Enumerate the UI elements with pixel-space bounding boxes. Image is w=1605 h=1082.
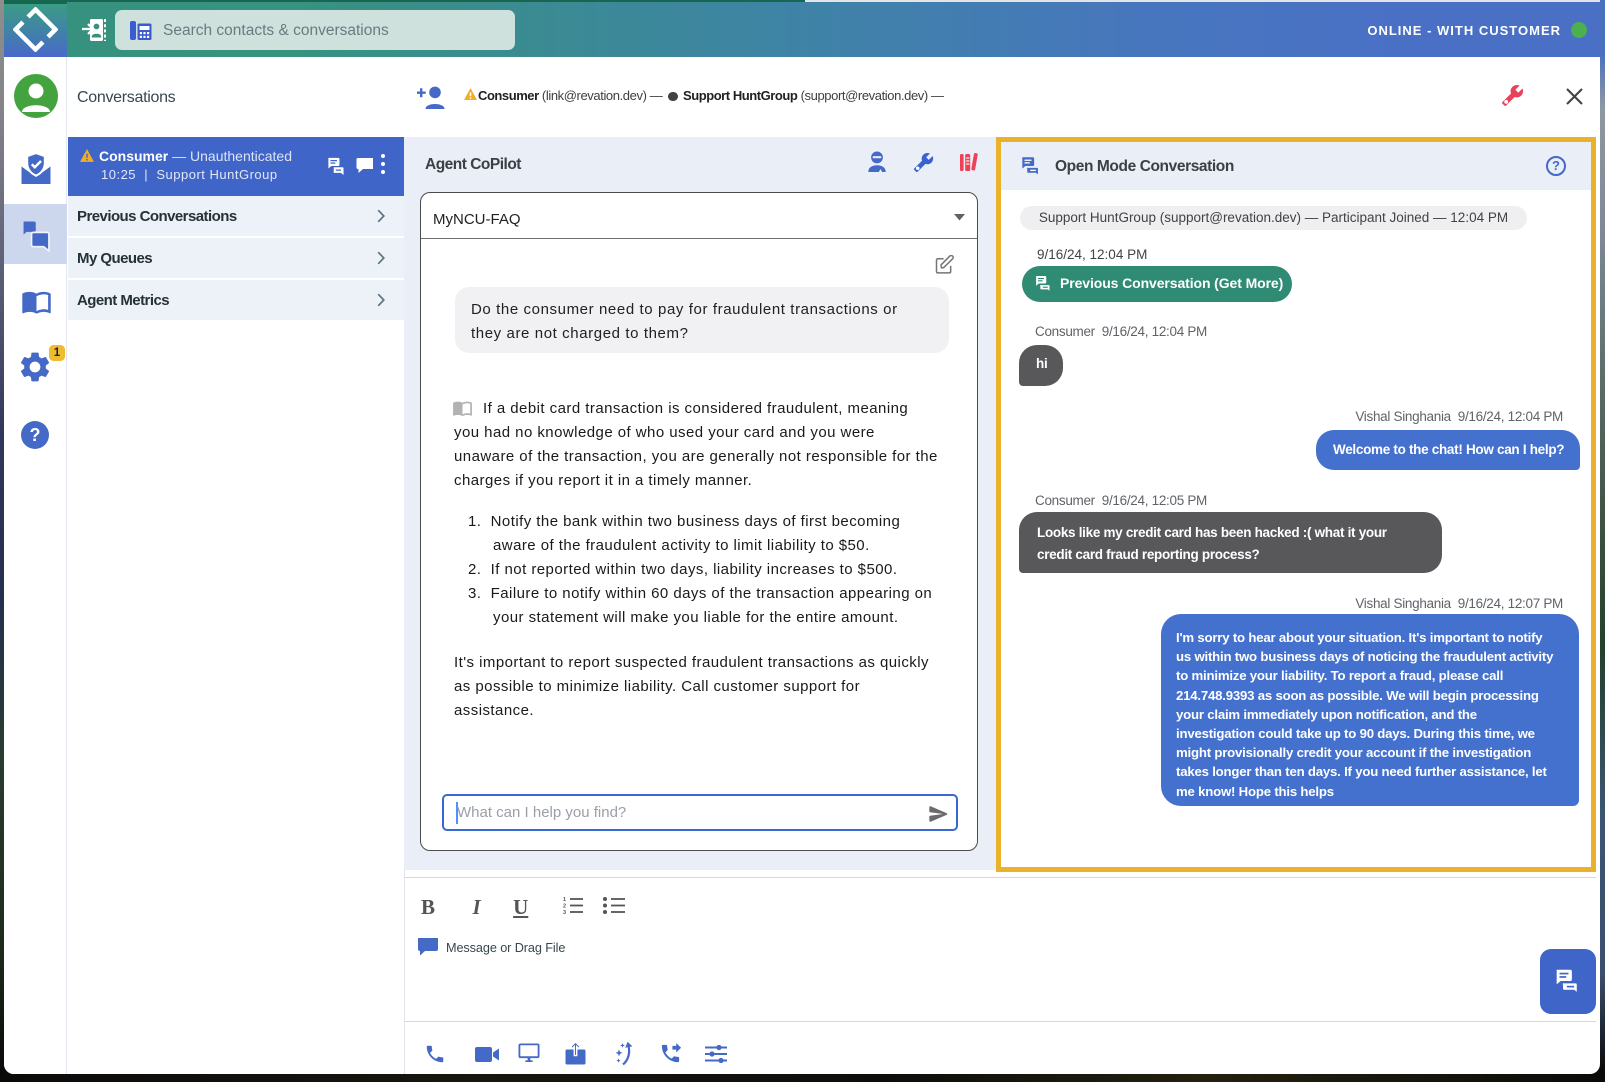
svg-text:1: 1 [563, 897, 566, 903]
svg-text:3: 3 [563, 910, 566, 914]
svg-text:2: 2 [563, 904, 566, 910]
